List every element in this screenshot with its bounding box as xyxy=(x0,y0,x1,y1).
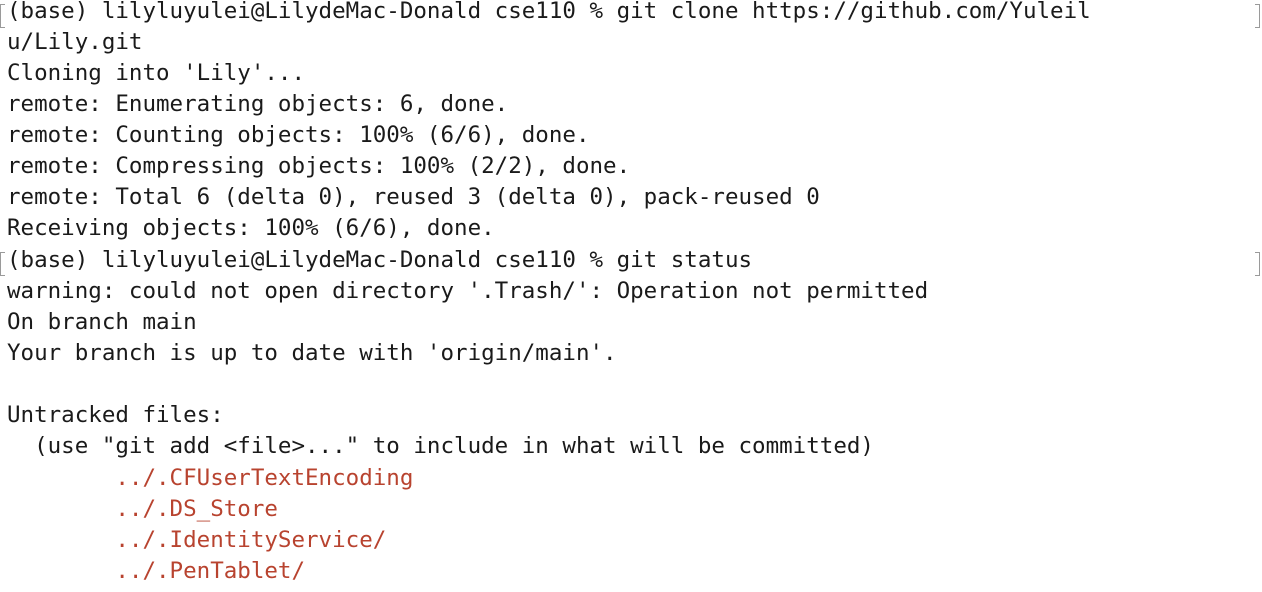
prompt-mark-icon xyxy=(0,4,5,28)
terminal-output[interactable]: (base) lilyluyulei@LilydeMac-Donald cse1… xyxy=(0,0,1262,592)
git-hint-line: (use "git add <file>..." to include in w… xyxy=(7,433,874,459)
output-line: On branch main xyxy=(7,309,197,335)
prompt-mark-icon xyxy=(1255,4,1260,28)
output-line: u/Lily.git xyxy=(7,29,143,55)
untracked-files-heading: Untracked files: xyxy=(7,402,224,428)
prompt-line-git-clone: (base) lilyluyulei@LilydeMac-Donald cse1… xyxy=(7,0,1091,24)
prompt-mark-icon xyxy=(1255,252,1260,276)
untracked-file-entry: ../.CFUserTextEncoding xyxy=(7,465,414,491)
warning-line: warning: could not open directory '.Tras… xyxy=(7,278,929,304)
output-line: Cloning into 'Lily'... xyxy=(7,60,306,86)
untracked-file-entry: ../.DS_Store xyxy=(7,496,278,522)
output-line: remote: Enumerating objects: 6, done. xyxy=(7,91,509,117)
output-line: Your branch is up to date with 'origin/m… xyxy=(7,340,617,366)
prompt-mark-icon xyxy=(0,252,5,276)
untracked-file-entry: ../.PenTablet/ xyxy=(7,558,306,584)
output-line: remote: Total 6 (delta 0), reused 3 (del… xyxy=(7,184,820,210)
output-line: Receiving objects: 100% (6/6), done. xyxy=(7,215,495,241)
untracked-file-entry: ../.IdentityService/ xyxy=(7,527,387,553)
output-line: remote: Counting objects: 100% (6/6), do… xyxy=(7,122,590,148)
output-line: remote: Compressing objects: 100% (2/2),… xyxy=(7,153,631,179)
prompt-line-git-status: (base) lilyluyulei@LilydeMac-Donald cse1… xyxy=(7,247,753,273)
